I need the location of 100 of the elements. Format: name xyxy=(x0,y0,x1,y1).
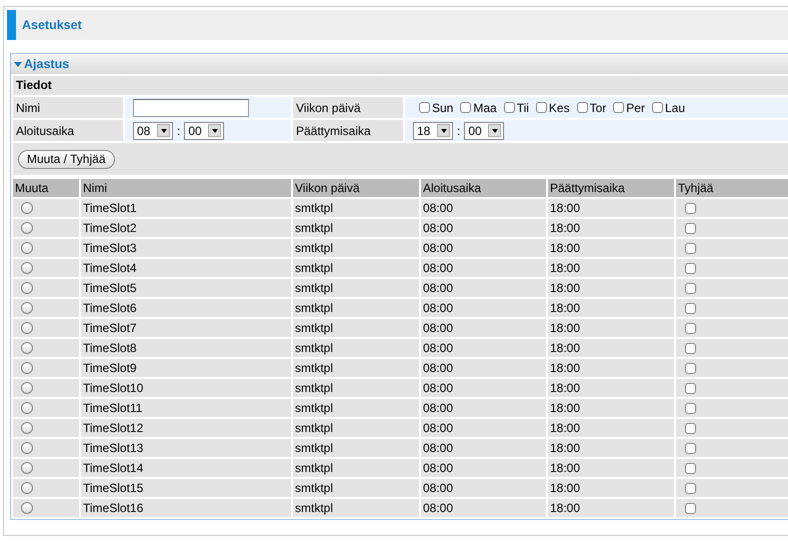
table-cell: TimeSlot13 xyxy=(81,439,291,457)
time-dropdown[interactable]: 00 xyxy=(464,122,504,140)
caret-icon xyxy=(160,128,166,132)
table-cell: smtktpl xyxy=(293,459,419,477)
clear-checkbox[interactable] xyxy=(685,322,696,334)
table-cell: 18:00 xyxy=(548,319,674,337)
row-radio[interactable] xyxy=(21,242,33,254)
table-cell: 08:00 xyxy=(421,279,546,297)
row-radio[interactable] xyxy=(21,402,33,414)
time-dropdown[interactable]: 08 xyxy=(133,122,173,140)
table-cell: TimeSlot12 xyxy=(81,419,291,437)
clear-checkbox[interactable] xyxy=(685,502,696,514)
table-cell: 08:00 xyxy=(421,339,546,357)
table-cell: 18:00 xyxy=(548,199,674,217)
time-separator: : xyxy=(177,124,180,138)
triangle-icon xyxy=(14,62,22,66)
table-cell: TimeSlot1 xyxy=(81,199,291,217)
row-radio[interactable] xyxy=(21,442,33,454)
day-checkbox[interactable] xyxy=(504,102,515,113)
clear-checkbox[interactable] xyxy=(685,462,696,474)
table-cell: 18:00 xyxy=(548,419,674,437)
clear-checkbox[interactable] xyxy=(685,482,696,494)
row-radio[interactable] xyxy=(21,382,33,394)
day-checkbox[interactable] xyxy=(419,102,430,113)
day-checkbox[interactable] xyxy=(536,102,547,113)
table-cell: smtktpl xyxy=(293,399,419,417)
caret-icon xyxy=(492,128,498,132)
table-cell: 18:00 xyxy=(548,339,674,357)
table-cell: 18:00 xyxy=(548,499,674,517)
table-cell: smtktpl xyxy=(293,419,419,437)
day-label: Lau xyxy=(664,100,685,114)
page-title: Asetukset xyxy=(22,18,82,32)
row-radio[interactable] xyxy=(21,282,33,294)
table-cell: smtktpl xyxy=(293,219,419,237)
table-cell: TimeSlot15 xyxy=(81,479,291,497)
time-separator: : xyxy=(457,124,460,138)
column-header: Viikon päivä xyxy=(293,179,419,197)
row-radio[interactable] xyxy=(21,302,33,314)
row-radio[interactable] xyxy=(21,202,33,214)
clear-checkbox[interactable] xyxy=(685,282,696,294)
table-cell: TimeSlot11 xyxy=(81,399,291,417)
row-radio[interactable] xyxy=(21,262,33,274)
table-cell: 18:00 xyxy=(548,259,674,277)
row-radio[interactable] xyxy=(21,502,33,514)
table-cell: TimeSlot6 xyxy=(81,299,291,317)
row-radio[interactable] xyxy=(21,322,33,334)
clear-checkbox[interactable] xyxy=(685,202,696,214)
clear-checkbox[interactable] xyxy=(685,342,696,354)
day-checkbox[interactable] xyxy=(652,102,663,113)
table-cell: TimeSlot14 xyxy=(81,459,291,477)
table-cell: TimeSlot9 xyxy=(81,359,291,377)
column-header: Muuta xyxy=(13,179,79,197)
column-header: Tyhjää xyxy=(676,179,788,197)
table-cell: TimeSlot5 xyxy=(81,279,291,297)
table-cell: 18:00 xyxy=(548,439,674,457)
clear-checkbox[interactable] xyxy=(685,382,696,394)
field-label: Päättymisaika xyxy=(293,120,403,141)
form-title: Tiedot xyxy=(13,76,788,95)
clear-checkbox[interactable] xyxy=(685,442,696,454)
row-radio[interactable] xyxy=(21,482,33,494)
caret-icon xyxy=(212,128,218,132)
row-radio[interactable] xyxy=(21,462,33,474)
day-checkbox[interactable] xyxy=(613,102,624,113)
apply-button[interactable]: Muuta / Tyhjää xyxy=(18,150,114,168)
clear-checkbox[interactable] xyxy=(685,402,696,414)
name-field[interactable] xyxy=(133,98,249,116)
clear-checkbox[interactable] xyxy=(685,242,696,254)
table-cell: 08:00 xyxy=(421,199,546,217)
clear-checkbox[interactable] xyxy=(685,422,696,434)
table-cell: TimeSlot4 xyxy=(81,259,291,277)
clear-checkbox[interactable] xyxy=(685,262,696,274)
table-cell: smtktpl xyxy=(293,279,419,297)
row-radio[interactable] xyxy=(21,362,33,374)
table-cell: smtktpl xyxy=(293,479,419,497)
section-header[interactable]: Ajastus xyxy=(11,54,788,74)
clear-checkbox[interactable] xyxy=(685,302,696,314)
table-cell: 08:00 xyxy=(421,399,546,417)
day-checkbox[interactable] xyxy=(576,102,588,113)
clear-checkbox[interactable] xyxy=(685,222,696,234)
clear-checkbox[interactable] xyxy=(685,362,696,374)
column-header: Päättymisaika xyxy=(548,179,674,197)
time-dropdown[interactable]: 18 xyxy=(413,122,453,140)
table-cell: 08:00 xyxy=(421,499,546,517)
table-cell: 08:00 xyxy=(421,359,546,377)
table-cell: TimeSlot7 xyxy=(81,319,291,337)
day-checkbox[interactable] xyxy=(460,102,472,113)
table-cell: 08:00 xyxy=(421,439,546,457)
table-cell: smtktpl xyxy=(293,319,419,337)
day-label: Tor xyxy=(590,100,606,114)
table-cell: 18:00 xyxy=(548,399,674,417)
row-radio[interactable] xyxy=(21,222,33,234)
row-radio[interactable] xyxy=(21,422,33,434)
table-cell: 18:00 xyxy=(548,479,674,497)
table-cell: smtktpl xyxy=(293,259,419,277)
column-header: Nimi xyxy=(81,179,291,197)
table-cell: TimeSlot16 xyxy=(81,499,291,517)
table-cell: smtktpl xyxy=(293,199,419,217)
row-radio[interactable] xyxy=(21,342,33,354)
time-dropdown[interactable]: 00 xyxy=(184,122,224,140)
table-cell: 18:00 xyxy=(548,379,674,397)
